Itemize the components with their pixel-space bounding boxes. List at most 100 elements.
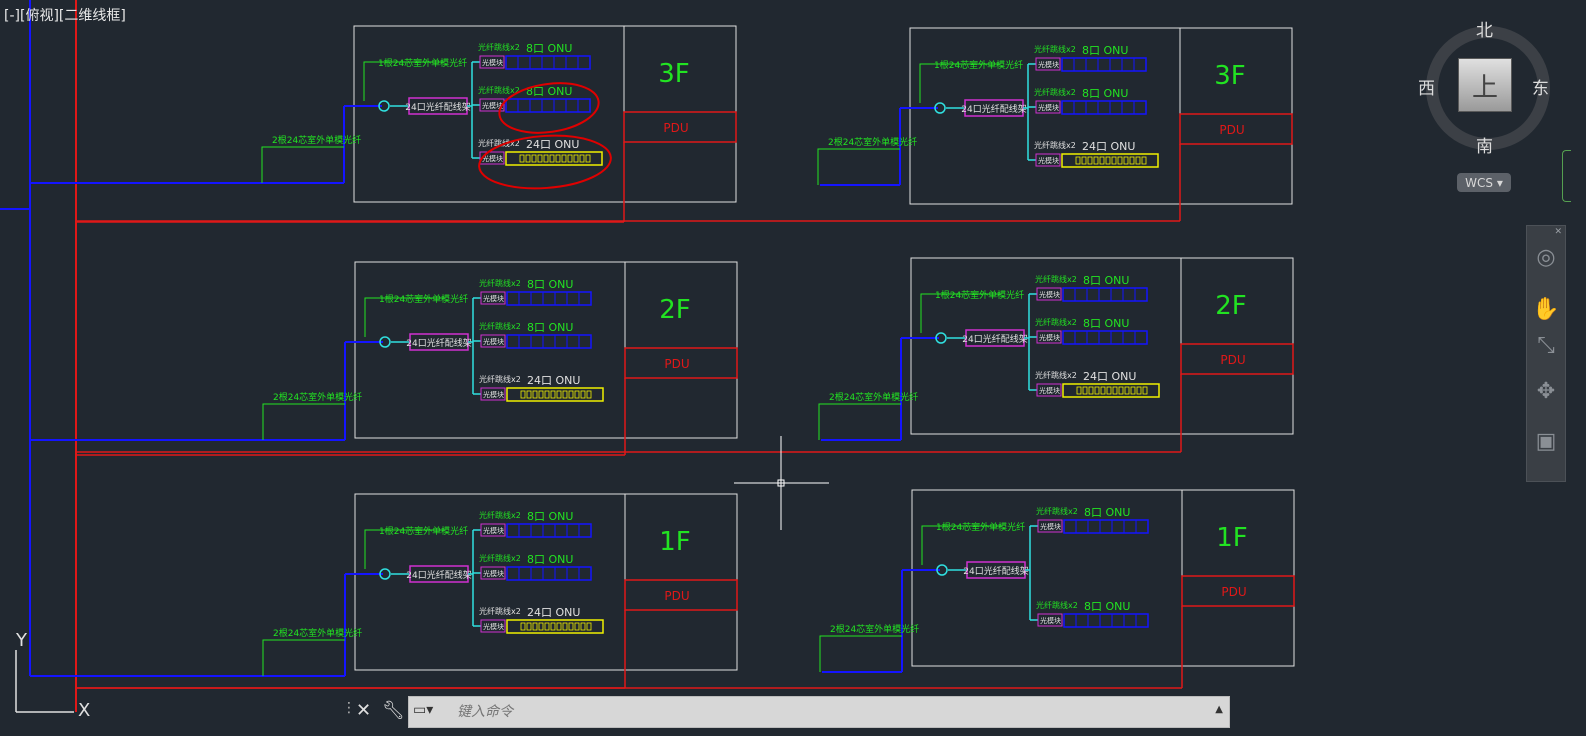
- onu-port: [544, 622, 550, 631]
- fiber-module-label: 光模块: [1039, 290, 1060, 299]
- onu-port: [555, 154, 561, 163]
- onu-label: 8口 ONU: [1082, 87, 1128, 100]
- showmotion-icon[interactable]: ▣: [1533, 428, 1559, 454]
- onu-port: [574, 390, 580, 399]
- fiber-module-label: 光模块: [1040, 616, 1061, 625]
- onu-port: [580, 390, 586, 399]
- onu-port: [573, 154, 579, 163]
- odf-label: 24口光纤配线架: [961, 103, 1026, 115]
- onu8-box: [1063, 519, 1149, 534]
- onu-port: [556, 390, 562, 399]
- wrench-icon[interactable]: 🔧︎: [382, 700, 405, 721]
- command-field[interactable]: ▭▾ ▲: [408, 696, 1230, 728]
- onu8-box: [506, 523, 592, 538]
- patch-label: 光纤跳线x2: [479, 510, 521, 520]
- compass-north[interactable]: 北: [1476, 16, 1493, 41]
- patch-label: 光纤跳线x2: [1034, 87, 1076, 97]
- feed-label: 2根24芯室外单模光纤: [830, 623, 919, 635]
- visual-style-menu[interactable]: [二维线框]: [59, 8, 126, 24]
- wcs-label: WCS: [1465, 175, 1494, 190]
- feed-leader: [818, 403, 901, 440]
- patch-label: 光纤跳线x2: [479, 553, 521, 563]
- patch-label: 光纤跳线x2: [479, 374, 521, 384]
- onu8-box: [1062, 287, 1148, 302]
- close-icon[interactable]: ✕: [356, 700, 371, 721]
- onu-port: [1141, 156, 1147, 165]
- onu-port: [525, 154, 531, 163]
- zoom-icon[interactable]: ⤡: [1533, 332, 1559, 358]
- pdu-label: PDU: [664, 357, 689, 371]
- onu-port: [1082, 386, 1088, 395]
- onu-port: [1075, 156, 1081, 165]
- onu-port: [550, 390, 556, 399]
- onu-port: [1099, 156, 1105, 165]
- onu-port: [519, 154, 525, 163]
- riser-label: 1根24芯室外单模光纤: [936, 521, 1025, 533]
- onu-port: [574, 622, 580, 631]
- model-space-drawing[interactable]: 3FPDU2根24芯室外单模光纤1根24芯室外单模光纤24口光纤配线架光纤跳线x…: [0, 0, 1586, 736]
- viewcube-top-face[interactable]: 上: [1458, 58, 1512, 112]
- compass-east[interactable]: 东: [1532, 74, 1549, 99]
- command-line[interactable]: ⋮ ✕ 🔧︎ ▭▾ ▲: [340, 696, 1230, 728]
- chevron-up-icon[interactable]: ▲: [1215, 704, 1223, 715]
- viewport-controls[interactable]: [-][俯视][二维线框]: [4, 5, 126, 25]
- patch-label: 光纤跳线x2: [1034, 140, 1076, 150]
- onu-port: [562, 622, 568, 631]
- onu-port: [544, 390, 550, 399]
- onu-port: [550, 622, 556, 631]
- viewport-menu[interactable]: [-]: [4, 8, 20, 24]
- command-input[interactable]: [455, 701, 1199, 723]
- fiber-module-label: 光模块: [483, 526, 504, 535]
- pan-icon[interactable]: ✋: [1532, 296, 1559, 322]
- onu-port: [1081, 156, 1087, 165]
- orbit-icon[interactable]: ✥: [1533, 378, 1559, 404]
- onu-port: [562, 390, 568, 399]
- patch-label: 光纤跳线x2: [1034, 44, 1076, 54]
- onu-label: 8口 ONU: [1083, 317, 1129, 330]
- navigation-bar[interactable]: ✕ ◎ ✋ ⤡ ✥ ▣: [1526, 225, 1566, 482]
- viewcube[interactable]: 上 北 南 东 西: [1418, 16, 1550, 157]
- odf-label: 24口光纤配线架: [406, 569, 471, 581]
- onu-label: 24口 ONU: [1082, 140, 1135, 153]
- feed-label: 2根24芯室外单模光纤: [273, 391, 362, 403]
- grip-icon[interactable]: ⋮: [342, 700, 356, 716]
- command-prompt-icon[interactable]: ▭▾: [413, 702, 439, 720]
- odf-label: 24口光纤配线架: [405, 101, 470, 113]
- onu-port: [1117, 156, 1123, 165]
- riser-label: 1根24芯室外单模光纤: [379, 293, 468, 305]
- onu-port: [549, 154, 555, 163]
- close-icon[interactable]: ✕: [1554, 227, 1562, 237]
- onu-port: [1093, 156, 1099, 165]
- ucs-icon: Y X: [15, 630, 90, 718]
- steering-wheel-icon[interactable]: ◎: [1533, 244, 1559, 270]
- fiber-module-label: 光模块: [483, 294, 504, 303]
- onu-label: 8口 ONU: [527, 278, 573, 291]
- view-menu[interactable]: [俯视]: [20, 8, 59, 24]
- pdu-label: PDU: [1221, 585, 1246, 599]
- pdu-label: PDU: [664, 589, 689, 603]
- onu-label: 8口 ONU: [527, 553, 573, 566]
- patch-label: 光纤跳线x2: [479, 606, 521, 616]
- onu-label: 8口 ONU: [1083, 274, 1129, 287]
- ucs-x-label: X: [78, 700, 90, 718]
- onu-port: [520, 390, 526, 399]
- onu-port: [532, 390, 538, 399]
- feed-leader: [262, 403, 345, 440]
- feed-leader: [819, 635, 902, 672]
- onu-port: [1100, 386, 1106, 395]
- floor-label: 1F: [659, 527, 691, 557]
- wcs-menu-button[interactable]: WCS ▾: [1457, 173, 1511, 192]
- feed-label: 2根24芯室外单模光纤: [273, 627, 362, 639]
- odf-label: 24口光纤配线架: [962, 333, 1027, 345]
- onu-port: [1136, 386, 1142, 395]
- onu-port: [1112, 386, 1118, 395]
- compass-west[interactable]: 西: [1418, 74, 1435, 99]
- compass-south[interactable]: 南: [1476, 132, 1493, 157]
- fiber-module-label: 光模块: [1038, 60, 1059, 69]
- side-panel-tab[interactable]: [1562, 150, 1571, 202]
- onu-port: [586, 390, 592, 399]
- onu-port: [537, 154, 543, 163]
- onu-port: [1118, 386, 1124, 395]
- onu-port: [1076, 386, 1082, 395]
- patch-label: 光纤跳线x2: [1035, 274, 1077, 284]
